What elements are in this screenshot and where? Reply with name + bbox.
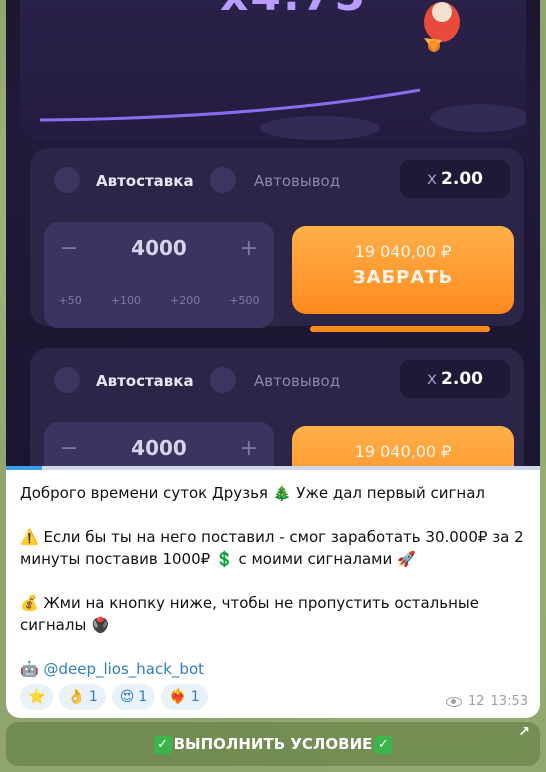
signal-text: Уже дал первый сигнал xyxy=(296,484,486,502)
autostake-checkbox[interactable] xyxy=(54,167,80,193)
quick-bet-button[interactable]: +200 xyxy=(170,294,200,307)
bet-panel-2: Автоставка Автовывод x 2.00 − 4000 + 19 0… xyxy=(30,348,524,470)
ok-hand-icon: 👌 xyxy=(67,689,85,705)
reaction-count: 1 xyxy=(138,689,148,705)
cashout-shadow xyxy=(310,326,490,332)
autowithdraw-checkbox[interactable] xyxy=(210,167,236,193)
rocket-icon xyxy=(424,2,460,52)
greeting-text: Доброго времени суток Друзья xyxy=(20,484,268,502)
multiplier-prefix: x xyxy=(426,369,438,389)
reaction-heart-eyes[interactable]: 😍 1 xyxy=(111,684,156,710)
message-meta: 12 13:53 xyxy=(445,694,528,709)
reaction-count: 1 xyxy=(88,689,98,705)
star-icon: ⭐ xyxy=(28,689,46,705)
stake-control: − 4000 + +50 +100 +200 +500 xyxy=(44,222,274,328)
eye-icon xyxy=(445,696,462,707)
toggle-row: Автоставка Автовывод x 2.00 xyxy=(30,360,524,400)
autowithdraw-checkbox[interactable] xyxy=(210,367,236,393)
cta-text: Жми на кнопку ниже, чтобы не пропустить … xyxy=(20,594,479,634)
multiplier-value: 2.00 xyxy=(441,169,483,189)
reaction-count: 1 xyxy=(190,689,200,705)
toggle-row: Автоставка Автовывод x 2.00 xyxy=(30,160,524,200)
cashout-button[interactable]: 19 040,00 ₽ ЗАБРАТЬ xyxy=(292,226,514,314)
signals-text: с моими сигналами xyxy=(238,550,393,568)
heart-fire-icon: ❤️‍🔥 xyxy=(169,689,187,705)
cashout-sum: 19 040,00 ₽ xyxy=(354,442,452,461)
message-bubble: x4.75 Автоставка Автовывод x2.00 xyxy=(6,0,540,718)
quick-bet-button[interactable]: +500 xyxy=(229,294,259,307)
inline-cta-button[interactable]: ✓ ВЫПОЛНИТЬ УСЛОВИЕ ✓ ↗ xyxy=(6,722,540,766)
check-icon: ✓ xyxy=(374,735,393,754)
quick-bets: +50 +100 +200 +500 xyxy=(44,294,274,307)
heart-eyes-icon: 😍 xyxy=(119,689,135,705)
cashout-button[interactable]: 19 040,00 ₽ xyxy=(292,426,514,470)
rocket-icon: 🚀 xyxy=(397,550,416,568)
cashout-sum: 19 040,00 ₽ xyxy=(354,242,452,261)
warning-icon: ⚠️ xyxy=(20,528,39,546)
stake-plus-button[interactable]: + xyxy=(240,436,258,461)
robot-icon: 🤖 xyxy=(20,660,39,678)
quick-bet-button[interactable]: +100 xyxy=(111,294,141,307)
bot-link[interactable]: @deep_lios_hack_bot xyxy=(43,660,204,678)
check-icon: ✓ xyxy=(153,735,172,754)
reactions: ⭐ 👌 1 😍 1 ❤️‍🔥 1 xyxy=(20,684,208,710)
external-link-icon: ↗ xyxy=(518,724,530,740)
autowithdraw-label: Автовывод xyxy=(254,372,341,390)
money-bag-icon: 💰 xyxy=(20,594,39,612)
media-progress-bar xyxy=(6,466,540,470)
message-time: 13:53 xyxy=(490,694,528,709)
game-area: x4.75 xyxy=(20,0,526,140)
tree-icon: 🎄 xyxy=(272,484,292,502)
view-count: 12 xyxy=(467,694,485,709)
cashout-label: ЗАБРАТЬ xyxy=(352,267,454,288)
autostake-label: Автоставка xyxy=(96,172,194,190)
media-screenshot[interactable]: x4.75 Автоставка Автовывод x2.00 xyxy=(6,0,540,470)
dollar-icon: 💲 xyxy=(214,550,234,568)
text-line-3: 💰 Жми на кнопку ниже, чтобы не пропустит… xyxy=(20,592,530,636)
multiplier-input[interactable]: x 2.00 xyxy=(400,160,510,198)
stake-control: − 4000 + xyxy=(44,422,274,470)
autostake-checkbox[interactable] xyxy=(54,367,80,393)
autowithdraw-label: Автовывод xyxy=(254,172,341,190)
game-multiplier: x4.75 xyxy=(220,0,367,21)
multiplier-value: 2.00 xyxy=(441,369,483,389)
multiplier-input[interactable]: x 2.00 xyxy=(400,360,510,398)
message-text: Доброго времени суток Друзья 🎄 Уже дал п… xyxy=(20,482,530,702)
quick-bet-button[interactable]: +50 xyxy=(59,294,82,307)
autostake-label: Автоставка xyxy=(96,372,194,390)
reaction-heart-fire[interactable]: ❤️‍🔥 1 xyxy=(161,684,208,710)
text-line-4: 🤖 @deep_lios_hack_bot xyxy=(20,658,530,680)
multiplier-prefix: x xyxy=(426,169,438,189)
reaction-star[interactable]: ⭐ xyxy=(20,684,54,710)
bet-panel-1: Автоставка Автовывод x 2.00 − 4000 + +50 … xyxy=(30,148,524,328)
text-line-1: Доброго времени суток Друзья 🎄 Уже дал п… xyxy=(20,482,530,504)
stake-plus-button[interactable]: + xyxy=(240,236,258,261)
graph-curve xyxy=(39,88,526,140)
cta-label: ВЫПОЛНИТЬ УСЛОВИЕ xyxy=(173,735,373,753)
button-icon: 🖲️ xyxy=(91,616,110,634)
reaction-ok[interactable]: 👌 1 xyxy=(59,684,106,710)
text-line-2: ⚠️ Если бы ты на него поставил - смог за… xyxy=(20,526,530,570)
